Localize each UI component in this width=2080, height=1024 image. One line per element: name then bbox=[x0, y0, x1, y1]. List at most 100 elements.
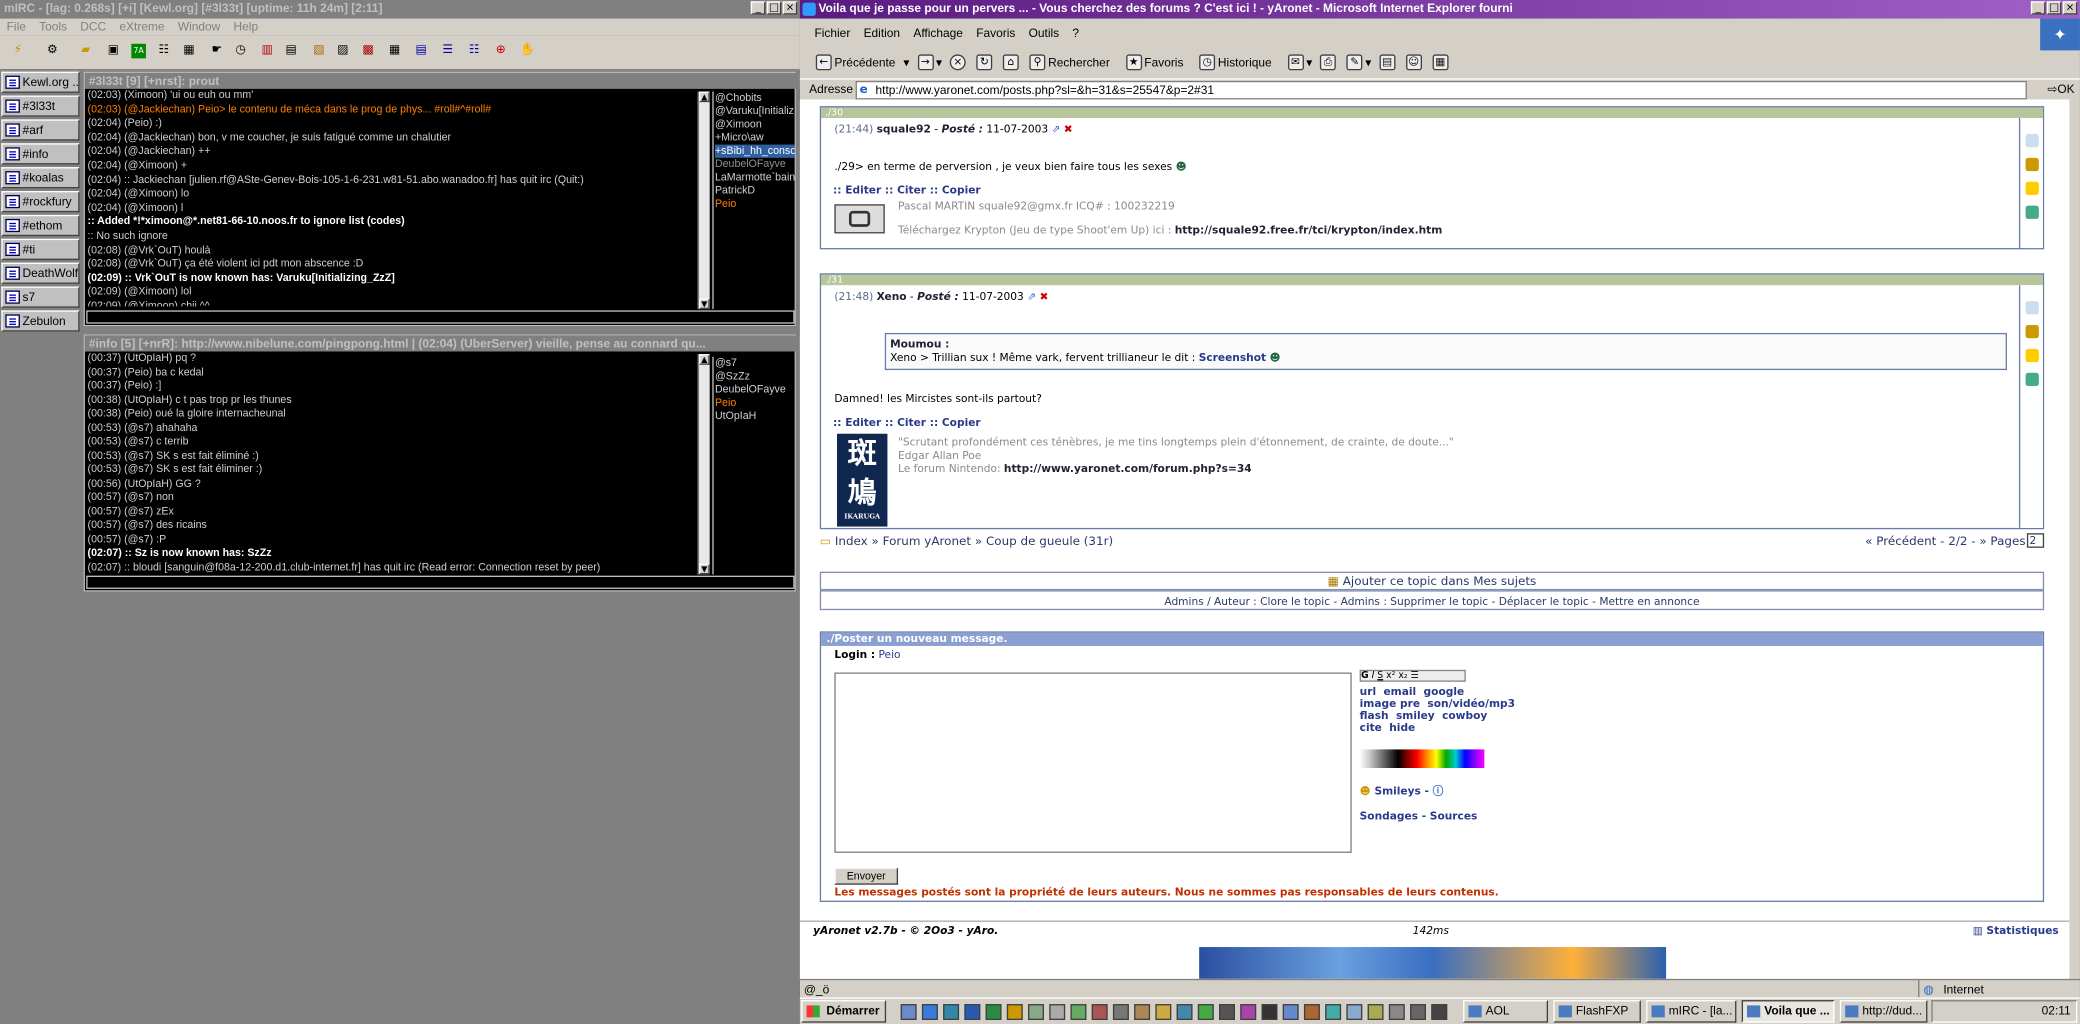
channel-titlebar[interactable]: #info [5] [+nrR]: http://www.nibelune.co… bbox=[84, 335, 885, 352]
app-icon[interactable] bbox=[1346, 1004, 1363, 1021]
menu-item[interactable]: Outils bbox=[1022, 24, 1066, 43]
lock-icon[interactable] bbox=[2025, 181, 2039, 195]
admin-bar[interactable]: Admins / Auteur : Clore le topic - Admin… bbox=[819, 590, 2045, 611]
reply-icon[interactable] bbox=[2025, 133, 2039, 148]
link-icon[interactable]: ⇗ bbox=[1051, 123, 1060, 135]
app-icon[interactable] bbox=[1261, 1004, 1278, 1021]
add-topic-link[interactable]: Ajouter ce topic dans Mes sujets bbox=[1343, 576, 1537, 589]
app-icon[interactable] bbox=[1070, 1004, 1087, 1021]
task-mirc[interactable]: mIRC - [la... bbox=[1646, 1000, 1737, 1023]
timer-icon[interactable]: ◷ bbox=[233, 44, 248, 59]
options-icon[interactable]: ⚙ bbox=[45, 44, 60, 59]
tile-icon[interactable]: ▦ bbox=[387, 44, 402, 59]
address-book-icon[interactable]: ▣ bbox=[106, 44, 121, 59]
app-icon[interactable] bbox=[1176, 1004, 1193, 1021]
chat-scrollbar[interactable]: ▲ ▼ bbox=[697, 354, 710, 575]
post-author[interactable]: squale92 bbox=[877, 123, 931, 135]
app-icon[interactable] bbox=[1410, 1004, 1426, 1021]
switchbar-item[interactable]: Kewl.org ... bbox=[1, 71, 80, 93]
help-icon[interactable]: ⓘ bbox=[1433, 785, 1444, 797]
back-button[interactable]: ← Précédente ▾ bbox=[815, 54, 909, 71]
chat-scrollbar[interactable]: ▲ ▼ bbox=[697, 91, 710, 310]
nick-item[interactable]: @s7 bbox=[715, 357, 795, 370]
menu-item-help[interactable]: Help bbox=[227, 19, 265, 36]
message-icon[interactable] bbox=[2025, 157, 2039, 172]
app-icon[interactable] bbox=[1134, 1004, 1151, 1021]
nick-item[interactable]: Peio bbox=[715, 397, 795, 410]
nick-item[interactable]: @Varuku[Initializi bbox=[715, 105, 795, 118]
app-icon[interactable] bbox=[1112, 1004, 1129, 1021]
app-icon[interactable] bbox=[1028, 1004, 1044, 1021]
script-icon[interactable]: ▥ bbox=[260, 44, 275, 59]
home-button[interactable]: ⌂ bbox=[1002, 54, 1022, 71]
color-palette[interactable] bbox=[1359, 749, 1485, 768]
tag-links[interactable]: url email google image pre son/vidéo/mp3… bbox=[1360, 686, 1515, 734]
help-icon[interactable]: ⊕ bbox=[493, 44, 508, 59]
search-button[interactable]: ⚲ Rechercher bbox=[1029, 54, 1118, 71]
app-icon[interactable] bbox=[1219, 1004, 1235, 1021]
signature-link[interactable]: http://www.yaronet.com/forum.php?s=34 bbox=[1004, 463, 1252, 475]
app-icon[interactable] bbox=[1091, 1004, 1108, 1021]
switchbar-item[interactable]: s7 bbox=[1, 286, 80, 308]
url-icon[interactable]: ▩ bbox=[361, 44, 376, 59]
dcc-icon[interactable]: ▧ bbox=[312, 44, 327, 59]
switchbar-item[interactable]: #koalas bbox=[1, 167, 80, 189]
lock-icon[interactable] bbox=[2025, 348, 2039, 363]
maximize-icon[interactable]: □ bbox=[2046, 1, 2062, 15]
stats-link[interactable]: Statistiques bbox=[1986, 925, 2058, 937]
post-actions[interactable]: :: Editer :: Citer :: Copier bbox=[833, 184, 981, 196]
arrange-icon[interactable]: ☰ bbox=[440, 44, 455, 59]
minimize-icon[interactable]: _ bbox=[2030, 1, 2046, 15]
mail-button[interactable]: ✉ ▾ bbox=[1287, 54, 1312, 71]
switchbar-item[interactable]: #arf bbox=[1, 119, 80, 141]
close-icon[interactable]: × bbox=[782, 1, 798, 15]
forward-button[interactable]: → ▾ bbox=[917, 54, 942, 71]
menu-item-extreme[interactable]: eXtreme bbox=[113, 19, 171, 36]
switchbar-item[interactable]: #ethom bbox=[1, 214, 80, 237]
switchbar-item[interactable]: Zebulon bbox=[1, 310, 80, 332]
app-icon[interactable] bbox=[1049, 1004, 1066, 1021]
poll-sources-links[interactable]: Sondages - Sources bbox=[1360, 810, 1478, 822]
color-icon[interactable]: 7A bbox=[131, 43, 146, 59]
explorer-icon[interactable] bbox=[1006, 1004, 1023, 1021]
format-buttons[interactable]: G I S x² x₂ ☰ bbox=[1359, 669, 1466, 682]
go-button[interactable]: ⇨OK bbox=[2047, 82, 2074, 97]
ad-banner[interactable] bbox=[1199, 947, 1667, 979]
excel-icon[interactable] bbox=[985, 1004, 1002, 1021]
nick-item[interactable]: Peio bbox=[715, 198, 795, 211]
smileys-link[interactable]: Smileys - bbox=[1374, 785, 1429, 797]
quote-link[interactable]: Screenshot bbox=[1199, 351, 1266, 363]
post-actions[interactable]: :: Editer :: Citer :: Copier bbox=[833, 416, 981, 428]
nick-item[interactable]: +sBibi_hh_consc bbox=[714, 144, 795, 158]
task-aol[interactable]: AOL bbox=[1463, 1000, 1549, 1023]
app-icon[interactable] bbox=[1155, 1004, 1172, 1021]
send-icon[interactable]: ☛ bbox=[210, 44, 225, 59]
app-icon[interactable] bbox=[1240, 1004, 1257, 1021]
nick-item[interactable]: UtOpIaH bbox=[715, 410, 795, 423]
notify-icon[interactable]: ▤ bbox=[284, 44, 299, 59]
minimize-icon[interactable]: _ bbox=[750, 1, 766, 15]
menu-item[interactable]: Edition bbox=[857, 24, 907, 43]
app-icon[interactable] bbox=[1431, 1004, 1448, 1021]
reply-icon[interactable] bbox=[2025, 301, 2039, 315]
switchbar-item[interactable]: #rockfury bbox=[1, 191, 80, 213]
signature-link[interactable]: http://squale92.free.fr/tci/krypton/inde… bbox=[1175, 224, 1443, 236]
switchbar-item[interactable]: #3l33t bbox=[1, 95, 80, 117]
list-icon[interactable]: ☷ bbox=[157, 44, 172, 59]
menu-item-file[interactable]: File bbox=[0, 19, 33, 36]
print-button[interactable]: ⎙ bbox=[1320, 54, 1339, 71]
globe-icon[interactable] bbox=[2025, 205, 2039, 219]
chat-input[interactable] bbox=[86, 575, 795, 589]
nick-item[interactable]: @Chobits bbox=[715, 92, 795, 105]
menu-item[interactable]: Fichier bbox=[808, 24, 857, 43]
nick-item[interactable]: PatrickD bbox=[715, 184, 795, 197]
start-button[interactable]: Démarrer bbox=[801, 1000, 887, 1023]
menu-item-dcc[interactable]: DCC bbox=[74, 19, 113, 36]
menu-item[interactable]: Favoris bbox=[970, 24, 1022, 43]
app-icon[interactable] bbox=[1367, 1004, 1384, 1021]
app-icon[interactable] bbox=[1197, 1004, 1214, 1021]
messenger-button[interactable]: ☺ bbox=[1405, 54, 1425, 71]
history-button[interactable]: ◷ Historique bbox=[1199, 54, 1279, 71]
chat-input[interactable] bbox=[86, 310, 795, 324]
page-select[interactable]: 2 bbox=[2026, 533, 2045, 548]
